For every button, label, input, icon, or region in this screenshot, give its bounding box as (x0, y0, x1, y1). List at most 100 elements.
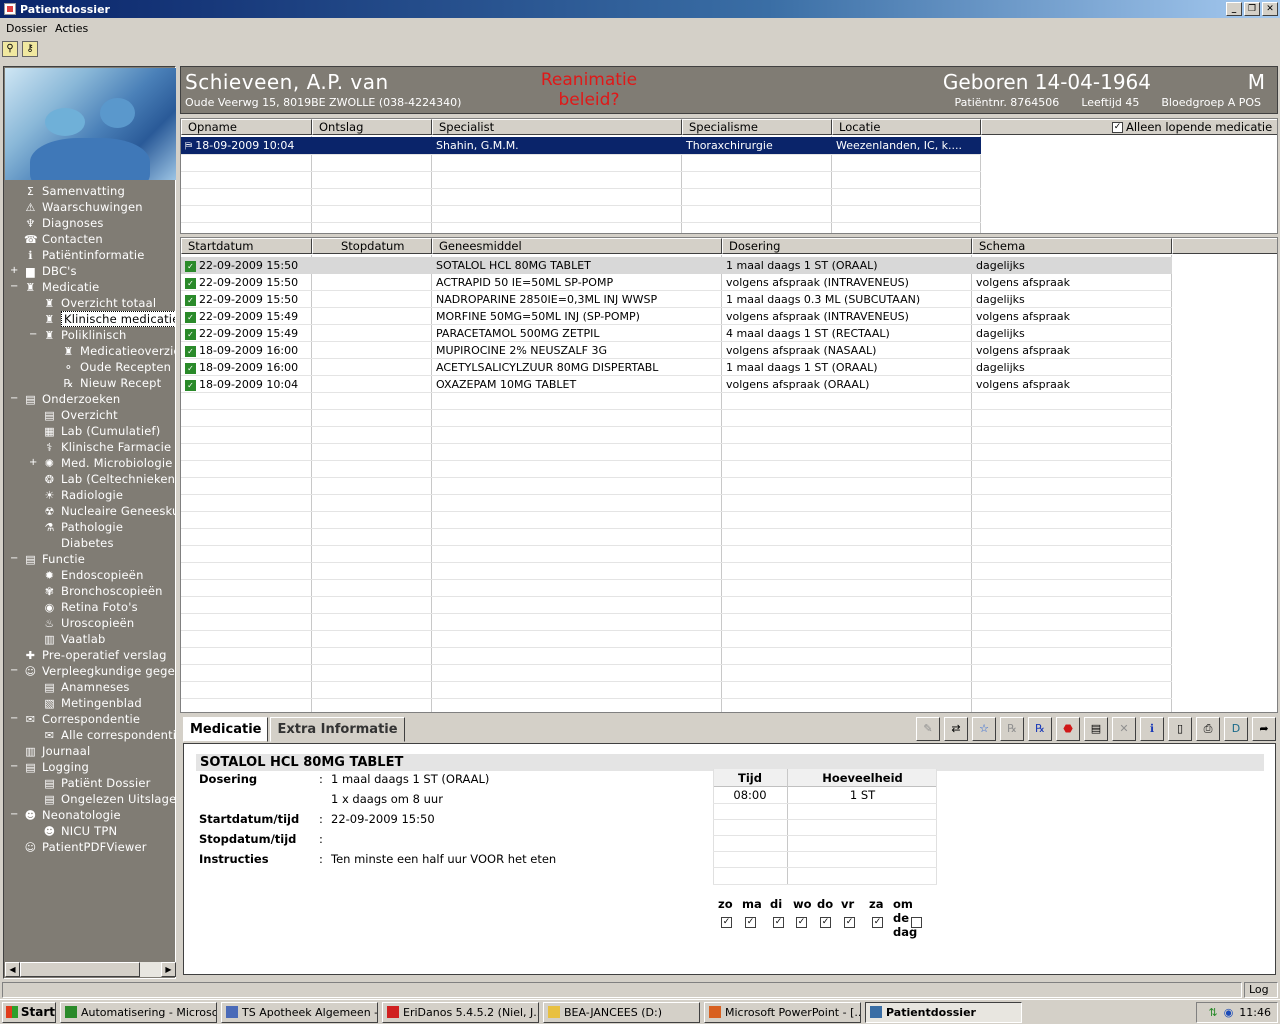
close-button[interactable]: ✕ (1262, 2, 1278, 16)
tree-item[interactable]: ☻ Neonatologie (24, 807, 121, 823)
network-icon[interactable]: ⇅ (1208, 1006, 1217, 1019)
tree-item[interactable]: ☺ Verpleegkundige gegevens (24, 663, 175, 679)
menu-acties[interactable]: Acties (51, 22, 92, 35)
table-cell[interactable]: volgens afspraak (972, 342, 1172, 359)
table-cell[interactable]: MORFINE 50MG=50ML INJ (SP-POMP) (432, 308, 722, 325)
table-cell[interactable] (312, 376, 432, 393)
tree-expander[interactable]: − (10, 809, 18, 820)
tree-item[interactable]: ☺ PatientPDFViewer (24, 839, 147, 855)
table-cell[interactable]: dagelijks (972, 257, 1172, 274)
table-cell[interactable]: volgens afspraak (972, 376, 1172, 393)
resuscitation-alert[interactable]: Reanimatie beleid? (519, 70, 659, 110)
quantity-value[interactable]: 1 ST (788, 787, 937, 803)
new-document-icon[interactable]: ▯ (1168, 717, 1192, 741)
table-cell[interactable]: 4 maal daags 1 ST (RECTAAL) (722, 325, 972, 342)
weekday-checkbox[interactable] (911, 917, 922, 928)
weekday-checkbox[interactable]: ✓ (820, 917, 831, 928)
table-cell[interactable]: SOTALOL HCL 80MG TABLET (432, 257, 722, 274)
table-cell[interactable]: volgens afspraak (INTRAVENEUS) (722, 308, 972, 325)
tree-scrollbar[interactable]: ◀ ▶ (5, 962, 176, 977)
tree-item[interactable]: ⚠ Waarschuwingen (24, 199, 143, 215)
tree-item[interactable]: ♨ Uroscopieën (43, 615, 134, 631)
tree-item[interactable]: ☎ Contacten (24, 231, 103, 247)
table-cell[interactable]: Weezenlanden, IC, k.... (832, 137, 981, 154)
tree-item[interactable]: ℞ Nieuw Recept (62, 375, 161, 391)
tree-item[interactable]: ▥ Vaatlab (43, 631, 106, 647)
tree-expander[interactable]: − (10, 393, 18, 404)
tree-expander[interactable]: − (29, 329, 37, 340)
table-cell[interactable] (312, 308, 432, 325)
tree-expander[interactable]: − (10, 713, 18, 724)
column-header[interactable]: Locatie (832, 119, 981, 135)
weekday-checkbox[interactable]: ✓ (773, 917, 784, 928)
table-cell[interactable]: MUPIROCINE 2% NEUSZALF 3G (432, 342, 722, 359)
delete-icon[interactable]: ✕ (1112, 717, 1136, 741)
task-ts-apotheek[interactable]: TS Apotheek Algemeen -... (221, 1001, 378, 1023)
tree-item[interactable]: ✉ Alle correspondentie (43, 727, 175, 743)
tree-item[interactable]: ♜ Klinische medicatie (43, 311, 175, 327)
tree-item[interactable]: ⚗ Pathologie (43, 519, 123, 535)
star-icon[interactable]: ☆ (972, 717, 996, 741)
tree-item[interactable]: ✉ Correspondentie (24, 711, 140, 727)
table-cell[interactable]: Shahin, G.M.M. (432, 137, 682, 154)
tree-item[interactable]: ▤ Logging (24, 759, 89, 775)
start-button[interactable]: Start (2, 1001, 56, 1023)
table-cell[interactable]: ✓ 18-09-2009 16:00 (181, 342, 312, 359)
table-cell[interactable]: volgens afspraak (INTRAVENEUS) (722, 274, 972, 291)
table-cell[interactable]: volgens afspraak (972, 308, 1172, 325)
table-cell[interactable]: ✓ 22-09-2009 15:50 (181, 257, 312, 274)
column-header[interactable]: Geneesmiddel (432, 238, 722, 254)
table-cell[interactable]: volgens afspraak (NASAAL) (722, 342, 972, 359)
tree-item[interactable]: ♜ Overzicht totaal (43, 295, 156, 311)
tree-expander[interactable]: − (10, 665, 18, 676)
weekday-checkbox[interactable]: ✓ (872, 917, 883, 928)
tree-expander[interactable]: − (10, 761, 18, 772)
d-document-icon[interactable]: D (1224, 717, 1248, 741)
table-cell[interactable] (312, 325, 432, 342)
tree-item[interactable]: ▦ Lab (Cumulatief) (43, 423, 160, 439)
tree-item[interactable]: ✺ Med. Microbiologie (43, 455, 173, 471)
tree-item[interactable]: ▧ Metingenblad (43, 695, 142, 711)
tree-expander[interactable]: − (10, 281, 18, 292)
rx-gray-icon[interactable]: ℞ (1000, 717, 1024, 741)
stop-icon[interactable]: ⬣ (1056, 717, 1080, 741)
tree-item[interactable]: ♜ Medicatie (24, 279, 99, 295)
column-header[interactable]: Ontslag (312, 119, 432, 135)
tree-item[interactable]: ♜ Medicatieoverzicht (62, 343, 175, 359)
weekday-checkbox[interactable]: ✓ (844, 917, 855, 928)
tree-item[interactable]: ☢ Nucleaire Geneeskunde (43, 503, 175, 519)
column-header[interactable]: Dosering (722, 238, 972, 254)
open-patient-icon[interactable]: ⚲ (2, 41, 18, 57)
scroll-thumb[interactable] (20, 962, 140, 977)
tree-item[interactable]: ▤ Anamneses (43, 679, 130, 695)
tree-item[interactable]: ✹ Endoscopieën (43, 567, 144, 583)
tree-item[interactable]: ♆ Diagnoses (24, 215, 104, 231)
tree-item[interactable]: ◉ Retina Foto's (43, 599, 138, 615)
task-eridanos[interactable]: EriDanos 5.4.5.2 (Niel, J... (382, 1001, 539, 1023)
table-cell[interactable]: ✓ 22-09-2009 15:49 (181, 308, 312, 325)
table-cell[interactable]: ✓ 22-09-2009 15:50 (181, 274, 312, 291)
column-header[interactable]: Opname (181, 119, 312, 135)
tree-item[interactable]: ▤ Onderzoeken (24, 391, 120, 407)
tab-medicatie[interactable]: Medicatie (183, 717, 269, 742)
restore-button[interactable]: ❐ (1244, 2, 1260, 16)
column-header[interactable]: Stopdatum (312, 238, 432, 254)
table-cell[interactable]: Thoraxchirurgie (682, 137, 832, 154)
tree-expander[interactable]: + (29, 457, 37, 468)
table-cell[interactable] (312, 137, 432, 154)
clipboard-icon[interactable]: ▤ (1084, 717, 1108, 741)
column-header[interactable]: Schema (972, 238, 1172, 254)
tree-item[interactable]: Diabetes (43, 535, 114, 551)
tab-extra-informatie[interactable]: Extra Informatie (270, 717, 405, 742)
tree-item[interactable]: ▤ Ongelezen Uitslagen (43, 791, 175, 807)
table-cell[interactable]: 1 maal daags 1 ST (ORAAL) (722, 359, 972, 376)
table-cell[interactable] (312, 291, 432, 308)
tree-item[interactable]: ▤ Overzicht (43, 407, 118, 423)
column-header[interactable]: Startdatum (181, 238, 312, 254)
table-cell[interactable]: OXAZEPAM 10MG TABLET (432, 376, 722, 393)
tree-item[interactable]: ▤ Patiënt Dossier (43, 775, 151, 791)
table-cell[interactable] (312, 359, 432, 376)
tree-item[interactable]: ☀ Radiologie (43, 487, 123, 503)
task-bea-jancees[interactable]: BEA-JANCEES (D:) (543, 1001, 700, 1023)
table-cell[interactable]: dagelijks (972, 325, 1172, 342)
